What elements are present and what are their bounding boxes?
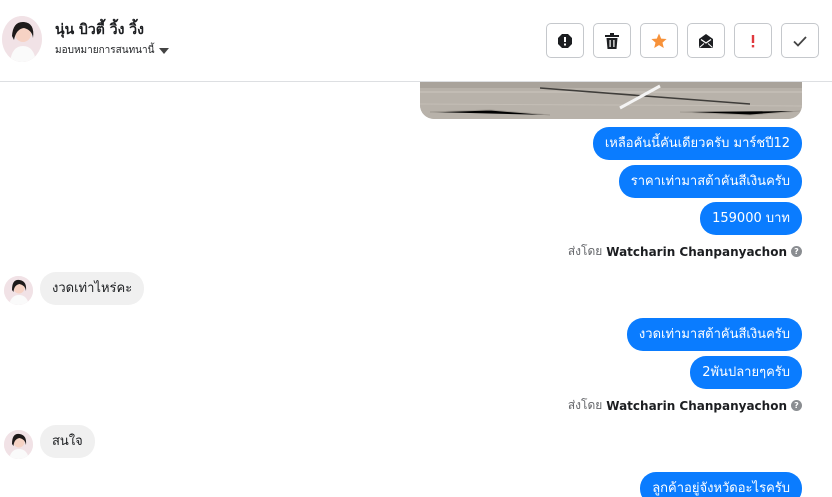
sent-by-prefix: ส่งโดย [567,398,603,412]
outgoing-message[interactable]: 2พันปลายๆครับ [690,356,802,389]
image-attachment[interactable] [420,82,802,119]
help-icon[interactable]: ? [791,246,802,257]
conversation-header: นุ่น บิวตี้ วิ้ง วิ้ง มอบหมายการสนทนานี้ [0,0,832,82]
mark-spam-button[interactable] [546,23,584,58]
sender-name: Watcharin Chanpanyachon [606,398,787,413]
conversation-toolbar [546,23,819,58]
alert-icon [558,33,572,48]
trash-icon [605,32,619,49]
delete-button[interactable] [593,23,631,58]
caret-down-icon [159,47,170,54]
incoming-message[interactable]: สนใจ [40,425,95,458]
assign-label: มอบหมายการสนทนานี้ [55,45,155,56]
sender-name: Watcharin Chanpanyachon [606,244,787,259]
outgoing-message[interactable]: เหลือคันนี้คันเดียวครับ มาร์ชปี12 [592,127,802,160]
star-icon [651,33,667,48]
envelope-icon [699,33,713,48]
incoming-message[interactable]: งวดเท่าไหร่คะ [40,272,145,305]
contact-avatar[interactable] [2,16,42,62]
outgoing-message[interactable]: ราคาเท่ามาสต้าคันสีเงินครับ [618,165,802,198]
sent-by-info: ส่งโดย Watcharin Chanpanyachon ? [568,242,802,261]
contact-name: นุ่น บิวตี้ วิ้ง วิ้ง [55,22,144,38]
conversation-window: นุ่น บิวตี้ วิ้ง วิ้ง มอบหมายการสนทนานี้ [0,0,832,497]
help-icon[interactable]: ? [791,400,802,411]
assign-conversation-dropdown[interactable]: มอบหมายการสนทนานี้ [55,43,170,58]
sent-by-info: ส่งโดย Watcharin Chanpanyachon ? [568,396,802,415]
sent-by-prefix: ส่งโดย [567,244,603,258]
check-icon [793,35,807,47]
exclamation-icon [751,34,755,47]
contact-avatar-small[interactable] [4,430,33,459]
contact-avatar-small[interactable] [4,276,33,305]
star-button[interactable] [640,23,678,58]
outgoing-message[interactable]: 159000 บาท [700,202,802,235]
outgoing-message[interactable]: งวดเท่ามาสต้าคันสีเงินครับ [626,318,802,351]
outgoing-message[interactable]: ลูกค้าอยู่จังหวัดอะไรครับ [640,472,802,497]
mark-unread-button[interactable] [687,23,725,58]
mark-done-button[interactable] [781,23,819,58]
follow-up-button[interactable] [734,23,772,58]
